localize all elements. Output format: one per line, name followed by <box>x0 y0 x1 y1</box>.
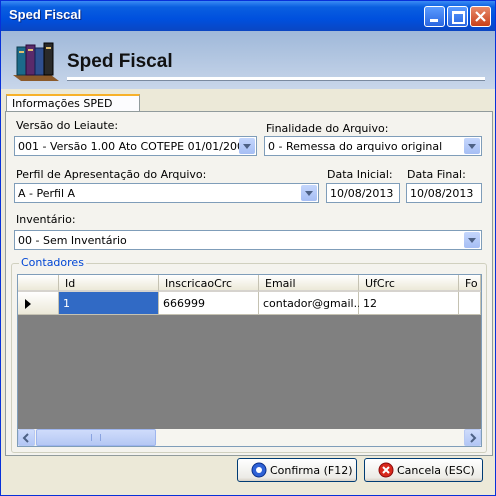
tab-informacoes-sped[interactable]: Informações SPED Fiscal <box>6 94 140 123</box>
minimize-button[interactable] <box>424 6 445 27</box>
row-header-corner <box>18 275 59 292</box>
inventario-select[interactable]: 00 - Sem Inventário <box>14 230 482 250</box>
cell-value: 1 <box>63 297 70 310</box>
scroll-right-button[interactable] <box>464 429 481 446</box>
chevron-down-icon[interactable] <box>301 185 317 201</box>
column-header-label: Id <box>65 277 76 290</box>
row-pointer-icon <box>25 299 31 309</box>
scroll-left-button[interactable] <box>18 429 35 446</box>
cancel-icon <box>378 462 394 478</box>
column-header-label: Email <box>265 277 296 290</box>
cell-value: contador@gmail.... <box>263 297 368 310</box>
chevron-down-icon[interactable] <box>239 138 255 154</box>
column-header-email[interactable]: Email <box>259 275 359 292</box>
contadores-grid[interactable]: Id InscricaoCrc Email UfCrc Fo 1 666999 … <box>17 274 482 447</box>
confirma-label: Confirma (F12) <box>270 464 353 477</box>
maximize-button[interactable] <box>447 6 468 27</box>
data-inicial-value: 10/08/2013 <box>330 187 394 200</box>
table-cell-inscricao[interactable]: 666999 <box>159 292 259 315</box>
window-title: Sped Fiscal <box>9 7 82 22</box>
column-header-label: UfCrc <box>365 277 395 290</box>
confirm-icon <box>251 462 267 478</box>
inventario-label: Inventário: <box>16 213 76 226</box>
inventario-value: 00 - Sem Inventário <box>18 234 127 247</box>
column-header-inscricao[interactable]: InscricaoCrc <box>159 275 259 292</box>
chevron-down-icon[interactable] <box>464 138 480 154</box>
table-cell-id[interactable]: 1 <box>59 292 159 315</box>
scroll-thumb[interactable] <box>36 429 156 446</box>
table-cell-email[interactable]: contador@gmail.... <box>259 292 368 315</box>
books-icon <box>13 42 59 81</box>
perfil-value: A - Perfil A <box>18 187 76 200</box>
maximize-icon <box>452 11 465 24</box>
minimize-icon <box>430 19 438 22</box>
header-banner: Sped Fiscal <box>1 31 495 89</box>
confirma-button[interactable]: Confirma (F12) <box>237 458 357 482</box>
finalidade-select[interactable]: 0 - Remessa do arquivo original <box>264 136 482 156</box>
column-header-fo[interactable]: Fo <box>459 275 481 292</box>
cancela-button[interactable]: Cancela (ESC) <box>364 458 483 482</box>
title-bar[interactable]: Sped Fiscal <box>1 1 495 31</box>
column-header-ufcrc[interactable]: UfCrc <box>359 275 459 292</box>
banner-title: Sped Fiscal <box>67 51 173 72</box>
close-icon <box>475 11 486 22</box>
data-final-label: Data Final: <box>407 168 466 181</box>
close-button[interactable] <box>470 6 491 27</box>
column-header-label: InscricaoCrc <box>165 277 233 290</box>
data-inicial-label: Data Inicial: <box>327 168 393 181</box>
cancela-label: Cancela (ESC) <box>397 464 475 477</box>
versao-label: Versão do Leiaute: <box>16 119 119 132</box>
table-cell-ufcrc[interactable]: 12 <box>359 292 459 315</box>
grip-icon <box>91 434 101 441</box>
data-final-input[interactable]: 10/08/2013 <box>406 183 482 203</box>
finalidade-label: Finalidade do Arquivo: <box>266 122 389 135</box>
cell-value: 666999 <box>163 297 205 310</box>
versao-select[interactable]: 001 - Versão 1.00 Ato COTEPE 01/01/2008 <box>14 136 257 156</box>
banner-divider <box>67 77 485 81</box>
contadores-title: Contadores <box>19 256 86 269</box>
column-header-label: Fo <box>465 277 478 290</box>
row-header[interactable] <box>18 292 59 315</box>
data-final-value: 10/08/2013 <box>410 187 474 200</box>
finalidade-value: 0 - Remessa do arquivo original <box>268 140 443 153</box>
data-inicial-input[interactable]: 10/08/2013 <box>326 183 400 203</box>
cell-value: 12 <box>363 297 377 310</box>
table-cell-fo[interactable] <box>459 292 481 315</box>
perfil-select[interactable]: A - Perfil A <box>14 183 319 203</box>
horizontal-scrollbar[interactable] <box>18 429 481 446</box>
scroll-right-icon <box>470 433 477 443</box>
versao-value: 001 - Versão 1.00 Ato COTEPE 01/01/2008 <box>18 140 251 153</box>
window: Sped Fiscal Sped Fiscal Informações SPED… <box>0 0 496 496</box>
column-header-id[interactable]: Id <box>59 275 159 292</box>
scroll-left-icon <box>22 433 29 443</box>
chevron-down-icon[interactable] <box>464 232 480 248</box>
perfil-label: Perfil de Apresentação do Arquivo: <box>16 168 207 181</box>
